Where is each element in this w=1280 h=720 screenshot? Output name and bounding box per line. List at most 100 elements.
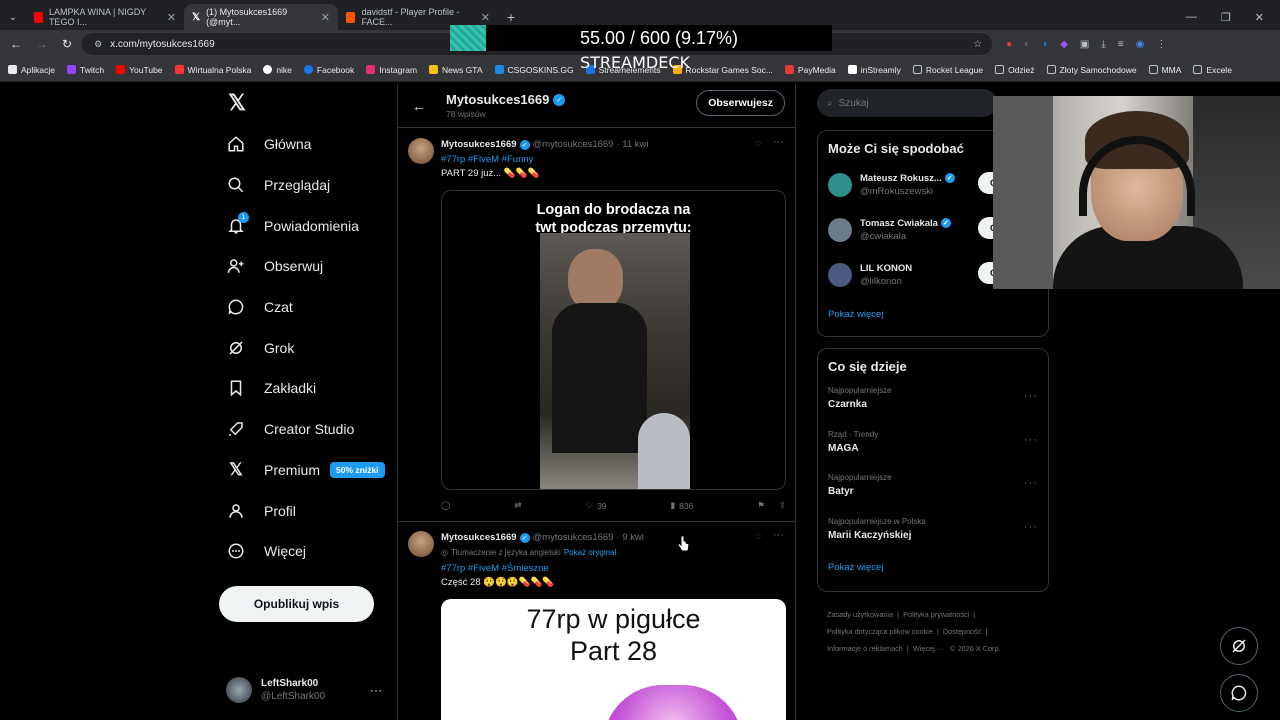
tweet-more-icon[interactable]: ···: [773, 529, 784, 541]
trend-item[interactable]: Najpopularniejsze Batyr ···: [818, 469, 1048, 513]
messages-fab-button[interactable]: [1220, 674, 1258, 712]
trend-item[interactable]: Najpopularniejsze Czarnka ···: [818, 382, 1048, 426]
tab-close-icon[interactable]: ✕: [167, 11, 176, 24]
show-more-link[interactable]: Pokaż więcej: [818, 297, 1048, 330]
bookmark-item[interactable]: Wirtualna Polska: [174, 65, 251, 75]
bookmark-folder[interactable]: Excele: [1193, 65, 1232, 75]
profile-avatar-icon[interactable]: ◉: [1136, 39, 1145, 50]
download-icon[interactable]: ⤓: [1101, 39, 1105, 50]
reload-icon[interactable]: ↻: [62, 37, 72, 51]
sidebar-item-premium[interactable]: 𝕏 Premium 50% zniżki: [218, 450, 398, 491]
sidebar-item-explore[interactable]: Przeglądaj: [218, 165, 398, 206]
sidebar-item-profile[interactable]: Profil: [218, 490, 398, 531]
post-button[interactable]: Opublikuj wpis: [219, 586, 374, 622]
media-icon[interactable]: ≡: [1118, 39, 1124, 50]
grok-action-icon[interactable]: ◌: [755, 138, 761, 149]
grok-action-icon[interactable]: ◌: [755, 531, 761, 542]
window-close-icon[interactable]: ✕: [1255, 11, 1264, 24]
trend-item[interactable]: Najpopularniejsze w Polska Marii Kaczyńsk…: [818, 513, 1048, 557]
extension-icon[interactable]: ◐: [1024, 39, 1030, 50]
tweet-author-handle[interactable]: @mytosukces1669: [533, 532, 614, 543]
footer-link[interactable]: Zasady użytkowania: [827, 610, 893, 619]
trend-more-icon[interactable]: ···: [1024, 390, 1038, 402]
bookmark-folder[interactable]: Odzież: [995, 65, 1035, 75]
minimize-icon[interactable]: —: [1186, 11, 1197, 23]
tweet[interactable]: Mytosukces1669 ✓ @mytosukces1669 · 9 kwi…: [398, 521, 795, 720]
tweet-author-name[interactable]: Mytosukces1669: [441, 532, 517, 543]
bookmark-folder[interactable]: MMA: [1148, 65, 1181, 75]
footer-link[interactable]: Polityka dotycząca plików cookie: [827, 627, 933, 636]
bookmark-folder[interactable]: Rocket League: [912, 65, 983, 75]
bookmark-icon[interactable]: ⚑: [757, 500, 765, 511]
x-logo-icon[interactable]: 𝕏: [226, 90, 248, 115]
footer-link[interactable]: Polityka prywatności: [903, 610, 969, 619]
trend-item[interactable]: Rząd · Trendy MAGA ···: [818, 426, 1048, 470]
facebook-icon: [303, 65, 313, 74]
video-frame[interactable]: [540, 233, 690, 489]
reply-icon[interactable]: ◯: [441, 500, 451, 511]
star-icon[interactable]: ☆: [973, 39, 982, 50]
like-button[interactable]: ♡ 39: [585, 500, 606, 511]
share-icon[interactable]: ⇪: [779, 500, 786, 511]
retweet-icon[interactable]: ⇄: [514, 500, 521, 511]
bookmark-folder[interactable]: Złoty Samochodowe: [1046, 65, 1137, 75]
account-switcher[interactable]: LeftShark00 @LeftShark00 ···: [226, 672, 396, 708]
back-icon[interactable]: ←: [10, 37, 22, 51]
bookmark-item[interactable]: Twitch: [67, 65, 104, 75]
extension-twitch-icon[interactable]: ◆: [1060, 39, 1068, 50]
browser-tab-2[interactable]: 𝕏 (1) Mytosukces1669 (@myt... ✕: [184, 4, 338, 30]
tweet[interactable]: Mytosukces1669 ✓ @mytosukces1669 · 11 kw…: [398, 128, 795, 523]
browser-menu-icon[interactable]: ⋮: [1156, 39, 1166, 50]
sidebar-item-follow[interactable]: Obserwuj: [218, 246, 398, 287]
site-info-icon[interactable]: ⚙: [94, 39, 102, 50]
extension-audio-icon[interactable]: ◗: [1042, 39, 1048, 50]
bookmark-item[interactable]: News GTA: [429, 65, 483, 75]
tweet-author-handle[interactable]: @mytosukces1669: [533, 139, 614, 150]
bookmark-item[interactable]: nike: [263, 65, 292, 75]
tweet-time[interactable]: · 9 kwi: [616, 532, 643, 543]
tweet-media[interactable]: 77rp w pigułce Part 28: [441, 599, 786, 720]
bookmark-item[interactable]: Instagram: [366, 65, 417, 75]
tweet-media[interactable]: Logan do brodacza na twt podczas przemytu…: [441, 190, 786, 490]
sidebar-item-creator-studio[interactable]: Creator Studio: [218, 409, 398, 450]
trend-more-icon[interactable]: ···: [1024, 521, 1038, 533]
show-original-link[interactable]: Pokaż oryginał: [564, 548, 616, 557]
forward-icon[interactable]: →: [36, 37, 48, 51]
tab-search-icon[interactable]: ⌄: [0, 4, 26, 30]
sidebar-item-notifications[interactable]: 1 Powiadomienia: [218, 205, 398, 246]
tab-close-icon[interactable]: ✕: [481, 11, 490, 24]
bookmark-item[interactable]: inStreamly: [847, 65, 901, 75]
browser-tab-1[interactable]: LAMPKA WINA | NIGDY TEGO I... ✕: [26, 4, 184, 30]
views-button[interactable]: ▮ 836: [670, 500, 693, 511]
bookmark-apps[interactable]: Aplikacje: [8, 65, 55, 75]
account-more-icon[interactable]: ···: [370, 683, 382, 697]
footer-link[interactable]: Dostępność: [943, 627, 982, 636]
extension-record-icon[interactable]: ●: [1006, 39, 1012, 50]
sidebar-item-more[interactable]: Więcej: [218, 531, 398, 572]
bookmark-item[interactable]: YouTube: [116, 65, 163, 75]
trend-more-icon[interactable]: ···: [1024, 477, 1038, 489]
search-input[interactable]: ⌕ Szukaj: [817, 89, 997, 117]
footer-link[interactable]: Informacje o reklamach: [827, 644, 903, 653]
sidebar-item-bookmarks[interactable]: Zakładki: [218, 368, 398, 409]
sidebar-item-grok[interactable]: Grok: [218, 327, 398, 368]
footer-more-link[interactable]: Więcej ···: [913, 644, 944, 653]
trend-more-icon[interactable]: ···: [1024, 434, 1038, 446]
tweet-hashtags[interactable]: #77rp #FiveM #Śmieszne: [441, 563, 549, 574]
back-arrow-icon[interactable]: ←: [412, 98, 426, 114]
tweet-time[interactable]: · 11 kwi: [616, 139, 648, 150]
trends-show-more-link[interactable]: Pokaż więcej: [818, 556, 1048, 583]
tweet-hashtags[interactable]: #77rp #FiveM #Funny: [441, 154, 533, 165]
grok-fab-button[interactable]: [1220, 627, 1258, 665]
sidebar-item-chat[interactable]: Czat: [218, 287, 398, 328]
tweet-more-icon[interactable]: ···: [773, 136, 784, 148]
tweet-author-name[interactable]: Mytosukces1669: [441, 139, 517, 150]
bookmark-item[interactable]: Facebook: [303, 65, 354, 75]
bookmark-item[interactable]: PayMedia: [784, 65, 836, 75]
sidebar-item-home[interactable]: Główna: [218, 124, 398, 165]
tab-close-icon[interactable]: ✕: [321, 11, 330, 24]
following-button[interactable]: Obserwujesz: [696, 90, 785, 116]
bookmark-item[interactable]: CSGOSKINS.GG: [494, 65, 574, 75]
extensions-puzzle-icon[interactable]: ▣: [1080, 39, 1089, 50]
maximize-icon[interactable]: ❐: [1221, 11, 1231, 24]
